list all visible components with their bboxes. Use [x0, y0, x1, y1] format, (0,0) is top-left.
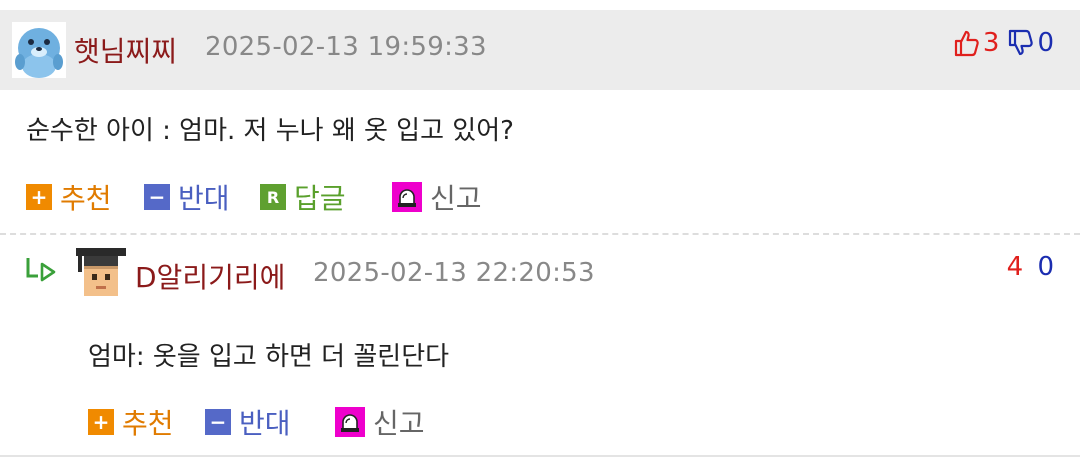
recommend-label: 추천: [122, 407, 174, 440]
comment-2-oppose-button[interactable]: − 반대: [205, 402, 291, 442]
comment-2-votes: 4 0: [1007, 252, 1054, 282]
comment-2-upvote-count: 4: [1006, 252, 1024, 282]
comment-1-avatar[interactable]: [12, 22, 66, 78]
comment-1-recommend-button[interactable]: + 추천: [26, 177, 112, 217]
minus-icon: −: [205, 409, 231, 435]
comment-2-date: 2025-02-13 22:20:53: [313, 258, 595, 288]
comment-2-author[interactable]: D알리기리에: [135, 256, 285, 296]
comment-1-text: 순수한 아이 : 엄마. 저 누나 왜 옷 입고 있어?: [26, 116, 514, 146]
comment-2-recommend-button[interactable]: + 추천: [88, 402, 174, 442]
plus-icon: +: [26, 184, 52, 210]
report-label: 신고: [373, 407, 425, 440]
graduate-pixel-avatar-icon: [74, 244, 128, 302]
comment-2-report-button[interactable]: 신고: [335, 402, 425, 442]
reply-r-icon: R: [260, 184, 286, 210]
thumbs-up-icon[interactable]: [953, 29, 979, 57]
minus-icon: −: [144, 184, 170, 210]
comment-1-author[interactable]: 햇님찌찌: [74, 30, 177, 70]
siren-icon: [335, 407, 365, 437]
comment-1-oppose-button[interactable]: − 반대: [144, 177, 230, 217]
oppose-label: 반대: [239, 407, 291, 440]
comment-2-downvote-count: 0: [1037, 252, 1054, 282]
report-label: 신고: [430, 182, 482, 215]
comment-1-votes: 3 0: [953, 28, 1054, 58]
plus-icon: +: [88, 409, 114, 435]
siren-icon: [392, 182, 422, 212]
comment-divider: [0, 233, 1080, 235]
oppose-label: 반대: [178, 182, 230, 215]
bottom-divider: [0, 455, 1080, 457]
comment-2-avatar[interactable]: [74, 244, 128, 302]
reply-label: 답글: [294, 182, 346, 215]
comment-1-date: 2025-02-13 19:59:33: [205, 32, 487, 62]
comment-1-downvote-count: 0: [1037, 28, 1054, 58]
comment-1-upvote-count: 3: [982, 28, 1000, 58]
reply-arrow-icon: [24, 254, 60, 288]
recommend-label: 추천: [60, 182, 112, 215]
blue-seal-avatar-icon: [12, 22, 66, 78]
comment-1-report-button[interactable]: 신고: [392, 177, 482, 217]
comment-2-text: 엄마: 옷을 입고 하면 더 꼴린단다: [88, 342, 450, 372]
thumbs-down-icon[interactable]: [1007, 29, 1034, 57]
comment-1-reply-button[interactable]: R 답글: [260, 177, 346, 217]
